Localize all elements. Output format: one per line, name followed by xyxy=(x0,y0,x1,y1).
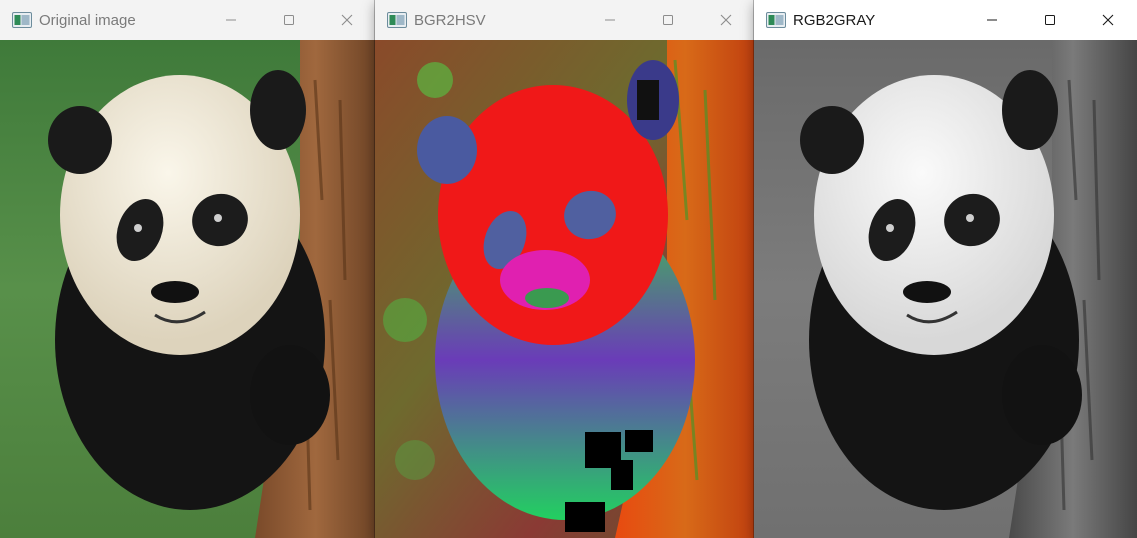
window-original-image[interactable]: Original image xyxy=(0,0,376,538)
titlebar[interactable]: BGR2HSV xyxy=(375,0,755,40)
titlebar[interactable]: Original image xyxy=(0,0,376,40)
image-canvas-original xyxy=(0,40,376,538)
minimize-button[interactable] xyxy=(581,0,639,40)
minimize-button[interactable] xyxy=(963,0,1021,40)
close-icon xyxy=(720,14,732,26)
maximize-icon xyxy=(284,15,294,25)
opencv-window-icon xyxy=(766,12,786,28)
maximize-button[interactable] xyxy=(1021,0,1079,40)
maximize-icon xyxy=(1045,15,1055,25)
maximize-icon xyxy=(663,15,673,25)
maximize-button[interactable] xyxy=(639,0,697,40)
panda-gray-image xyxy=(754,40,1137,538)
close-button[interactable] xyxy=(697,0,755,40)
caption-buttons xyxy=(581,0,755,40)
minimize-icon xyxy=(987,19,997,21)
panda-hsv-image xyxy=(375,40,755,538)
maximize-button[interactable] xyxy=(260,0,318,40)
close-button[interactable] xyxy=(318,0,376,40)
minimize-icon xyxy=(605,19,615,21)
close-icon xyxy=(1102,14,1114,26)
titlebar[interactable]: RGB2GRAY xyxy=(754,0,1137,40)
window-title: BGR2HSV xyxy=(414,11,486,29)
caption-buttons xyxy=(963,0,1137,40)
window-bgr2hsv[interactable]: BGR2HSV xyxy=(375,0,755,538)
panda-original-image xyxy=(0,40,376,538)
close-icon xyxy=(341,14,353,26)
opencv-window-icon xyxy=(12,12,32,28)
minimize-icon xyxy=(226,19,236,21)
window-title: RGB2GRAY xyxy=(793,11,876,29)
caption-buttons xyxy=(202,0,376,40)
desktop: Original image BGR2HSV RGB2GRAY xyxy=(0,0,1137,538)
window-title: Original image xyxy=(39,11,136,29)
opencv-window-icon xyxy=(387,12,407,28)
image-canvas-hsv xyxy=(375,40,755,538)
minimize-button[interactable] xyxy=(202,0,260,40)
image-canvas-gray xyxy=(754,40,1137,538)
close-button[interactable] xyxy=(1079,0,1137,40)
window-rgb2gray[interactable]: RGB2GRAY xyxy=(754,0,1137,538)
